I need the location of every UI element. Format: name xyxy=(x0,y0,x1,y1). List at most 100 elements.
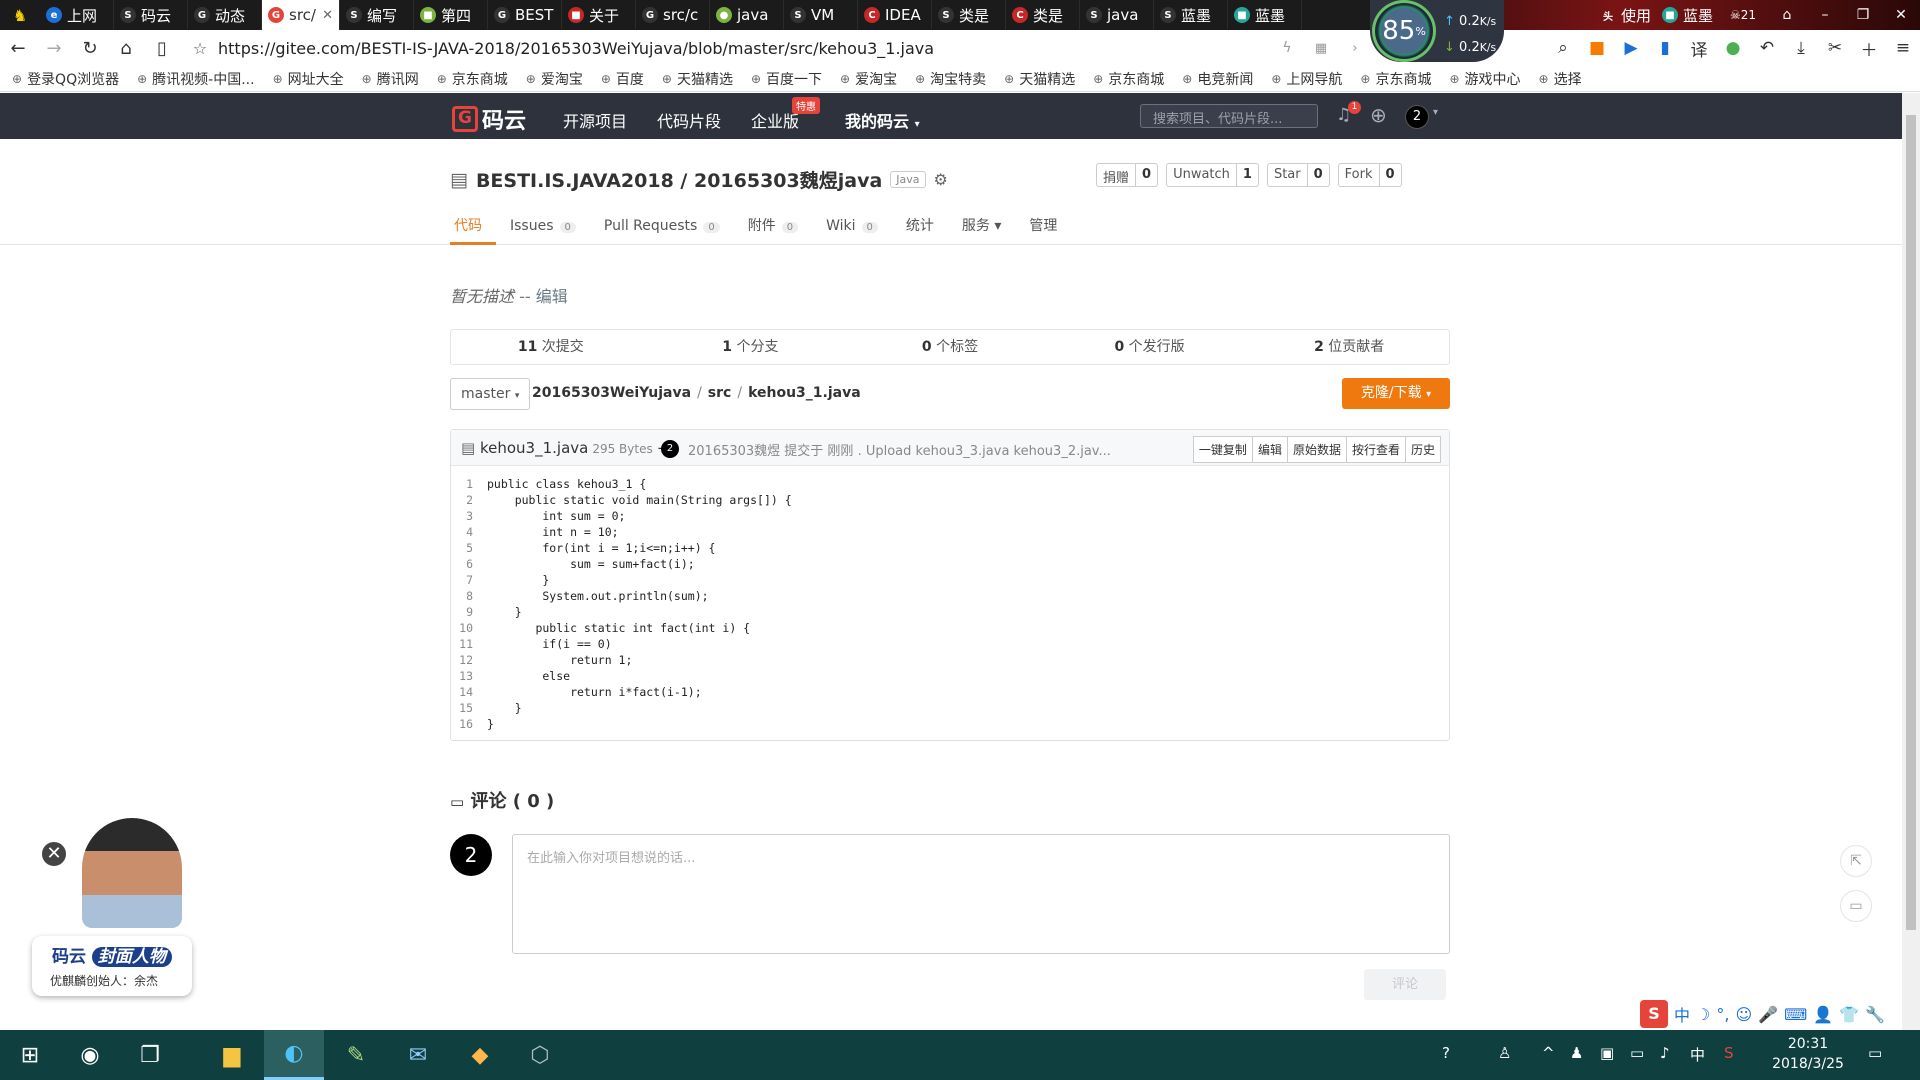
forward-icon[interactable]: → xyxy=(36,38,72,59)
commit-avatar[interactable]: 2 xyxy=(661,440,679,458)
home-icon[interactable]: ⌂ xyxy=(108,38,144,59)
file-tool-button[interactable]: 原始数据 xyxy=(1286,436,1347,463)
bookmark-item[interactable]: ⊕ 选择 xyxy=(1539,69,1582,89)
mail-icon[interactable]: ✉ xyxy=(388,1030,448,1080)
project-tab[interactable]: 服务 ▾ xyxy=(948,213,1015,245)
cart-icon[interactable]: ⌂ xyxy=(1768,0,1806,30)
restore-icon[interactable]: ❐ xyxy=(1844,0,1882,30)
reader-icon[interactable]: ▯ xyxy=(144,38,180,59)
browser-tab[interactable]: G 动态 xyxy=(188,0,262,30)
bookmark-item[interactable]: ⊕ 百度 xyxy=(601,69,644,89)
task-view-icon[interactable]: ❐ xyxy=(120,1030,180,1080)
browser-logo-icon[interactable]: ♞ xyxy=(0,0,40,30)
play-icon[interactable]: ▶ xyxy=(1614,38,1648,58)
chevron-up-icon[interactable]: ^ xyxy=(1542,1044,1555,1062)
browser-tab[interactable]: S 类是 xyxy=(932,0,1006,30)
undo-icon[interactable]: ↶ xyxy=(1750,38,1784,58)
minimize-icon[interactable]: – xyxy=(1806,0,1844,30)
bookmark-item[interactable]: ⊕ 电竞新闻 xyxy=(1182,69,1253,89)
bookmark-item[interactable]: ⊕ 游戏中心 xyxy=(1449,69,1520,89)
intellij-icon[interactable]: ◆ xyxy=(450,1030,510,1080)
bookmark-item[interactable]: ⊕ 京东商城 xyxy=(1360,69,1431,89)
ime-tool-icon[interactable]: °, xyxy=(1716,1005,1729,1024)
project-tab[interactable]: 管理 xyxy=(1015,213,1071,245)
edit-description-link[interactable]: -- 编辑 xyxy=(519,287,568,306)
sogou-logo-icon[interactable]: S xyxy=(1640,1000,1668,1028)
settings-gear-icon[interactable]: ⚙ xyxy=(934,170,948,189)
ime-tool-icon[interactable]: 中 xyxy=(1674,1002,1690,1026)
browser-tab[interactable]: S 编写 xyxy=(340,0,414,30)
url-input[interactable]: https://gitee.com/BESTI-IS-JAVA-2018/201… xyxy=(218,39,1258,58)
file-tool-button[interactable]: 一键复制 xyxy=(1192,436,1253,463)
tab-counter[interactable]: ☠ 21 xyxy=(1718,0,1768,30)
browser-tab[interactable]: ■ 蓝墨 xyxy=(1228,0,1302,30)
bookmark-item[interactable]: ⊕ 百度一下 xyxy=(751,69,822,89)
bookmark-item[interactable]: ⊕ 上网导航 xyxy=(1271,69,1342,89)
stat-item[interactable]: 1 个分支 xyxy=(651,330,851,364)
browser-tab[interactable]: S 码云 xyxy=(114,0,188,30)
browser-tab[interactable]: S VM xyxy=(784,0,858,30)
input-language[interactable]: 中 xyxy=(1690,1044,1705,1065)
new-tab-icon[interactable]: ＋ xyxy=(1852,36,1886,61)
browser-tab[interactable]: S 蓝墨 xyxy=(1154,0,1228,30)
ime-tool-icon[interactable]: 👤 xyxy=(1813,1005,1833,1024)
bookmark-item[interactable]: ⊕ 天猫精选 xyxy=(1004,69,1075,89)
close-tab-icon[interactable]: ✕ xyxy=(322,8,333,23)
action-unwatch[interactable]: Unwatch 1 xyxy=(1166,163,1259,187)
bookmark-icon[interactable]: ▮ xyxy=(1648,38,1682,58)
people-icon[interactable]: ♙ xyxy=(1498,1044,1511,1062)
project-tab[interactable]: 附件 0 xyxy=(734,213,812,245)
clone-download-button[interactable]: 克隆/下载 ▾ xyxy=(1342,378,1450,409)
scroll-thumb[interactable] xyxy=(1906,115,1916,930)
bookmark-item[interactable]: ⊕ 爱淘宝 xyxy=(840,69,897,89)
project-tab[interactable]: Wiki 0 xyxy=(812,213,892,245)
notification-center-icon[interactable]: ▭ xyxy=(1868,1044,1882,1062)
browser-tab[interactable]: Gsrc/ ✕ xyxy=(262,0,340,30)
cover-person-promo[interactable]: ✕ 码云 封面人物 优麒麟创始人：余杰 xyxy=(20,818,192,996)
browser-tab[interactable]: ■ 关于 xyxy=(562,0,636,30)
close-window-icon[interactable]: ✕ xyxy=(1882,0,1920,30)
bookmark-item[interactable]: ⊕ 腾讯视频-中国... xyxy=(137,69,254,89)
page-scrollbar[interactable] xyxy=(1902,93,1920,1030)
stat-item[interactable]: 11 次提交 xyxy=(451,330,651,364)
ime-tool-icon[interactable]: 🎤 xyxy=(1758,1005,1778,1024)
file-explorer-icon[interactable]: ▆ xyxy=(202,1030,262,1080)
site-search-input[interactable]: 搜索项目、代码片段... xyxy=(1140,104,1318,128)
windows-start-icon[interactable]: ⊞ xyxy=(0,1030,60,1080)
language-tag[interactable]: Java xyxy=(890,171,926,188)
browser-tab[interactable]: C IDEA xyxy=(858,0,932,30)
nav-my-gitee[interactable]: 我的码云 ▾ xyxy=(845,108,920,132)
user-avatar[interactable]: 2 xyxy=(1405,105,1429,129)
feedback-icon[interactable]: ▭ xyxy=(1840,890,1872,922)
bookmark-item[interactable]: ⊕ 腾讯网 xyxy=(362,69,419,89)
ime-tool-icon[interactable]: 🔧 xyxy=(1865,1005,1885,1024)
qq-browser-icon[interactable]: ◐ xyxy=(264,1030,324,1080)
video-icon[interactable]: ■ xyxy=(1580,38,1614,58)
network-speed-widget[interactable]: 85% ↑ 0.2K/s ↓ 0.2K/s xyxy=(1370,0,1504,62)
ime-tool-icon[interactable]: ☽ xyxy=(1696,1005,1710,1024)
clock[interactable]: 20:31 2018/3/25 xyxy=(1768,1034,1848,1074)
browser-tab[interactable]: C 类是 xyxy=(1006,0,1080,30)
sogou-tray-icon[interactable]: S xyxy=(1724,1044,1734,1062)
tab-lanmo[interactable]: ■ 蓝墨 xyxy=(1656,0,1718,30)
site-logo[interactable]: G 码云 xyxy=(452,103,526,135)
project-name[interactable]: BESTI.IS.JAVA2018 / 20165303魏煜java xyxy=(476,166,882,193)
nav-snippets[interactable]: 代码片段 xyxy=(657,108,721,132)
volume-icon[interactable]: ♪ xyxy=(1660,1044,1670,1062)
action-fork[interactable]: Fork 0 xyxy=(1337,163,1402,187)
browser-tab[interactable]: ● java xyxy=(710,0,784,30)
share-icon[interactable]: ⇱ xyxy=(1840,845,1872,877)
browser-tab[interactable]: G BEST xyxy=(488,0,562,30)
project-tab[interactable]: Issues 0 xyxy=(496,213,590,245)
battery-icon[interactable]: ▭ xyxy=(1630,1044,1644,1062)
browser-tab[interactable]: Gsrc/c xyxy=(636,0,710,30)
breadcrumb-file[interactable]: kehou3_1.java xyxy=(748,385,861,401)
browser-tab[interactable]: Sjava xyxy=(1080,0,1154,30)
tray-app-icon[interactable]: ▣ xyxy=(1600,1044,1614,1062)
comment-submit-button[interactable]: 评论 xyxy=(1364,969,1446,1000)
qq-tray-icon[interactable]: ♟ xyxy=(1570,1044,1583,1062)
bookmark-item[interactable]: ⊕ 京东商城 xyxy=(1093,69,1164,89)
browser-tab[interactable]: e 上网 xyxy=(40,0,114,30)
qr-icon[interactable]: ▦ xyxy=(1304,41,1338,56)
ime-tool-icon[interactable]: 👕 xyxy=(1839,1005,1859,1024)
